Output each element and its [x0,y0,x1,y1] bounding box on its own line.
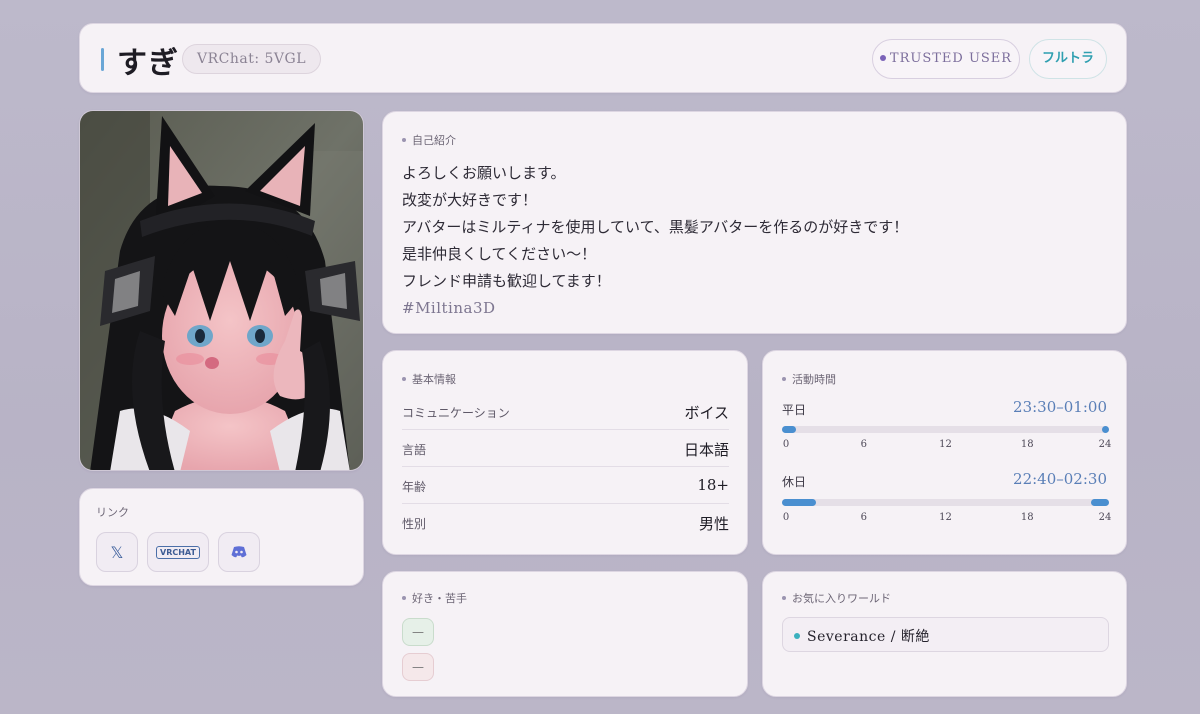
intro-line: 是非仲良くしてください〜！ [402,245,597,263]
links-card: リンク 𝕏 VRCHAT [79,488,364,586]
world-heading-label: お気に入りワールド [792,592,891,605]
holiday-fill-morning [782,499,817,506]
likes-heading-label: 好き・苦手 [412,592,467,605]
info-value: 日本語 [683,441,729,459]
x-icon: 𝕏 [110,542,124,562]
intro-line: アバターはミルティナを使用していて、黒髪アバターを作るのが好きです！ [402,218,909,236]
dislike-chip: — [402,653,434,681]
tick-label: 0 [782,439,790,450]
discord-link-button[interactable] [218,532,260,572]
intro-line: よろしくお願いします。 [402,164,566,182]
intro-hashtag[interactable]: #Miltina3D [402,295,908,322]
like-chip: — [402,618,434,646]
info-value: 18+ [697,476,729,494]
vrchat-id-badge[interactable]: VRChat: 5VGL [182,44,322,74]
holiday-time: 22:40–02:30 [1013,470,1107,488]
tick-label: 18 [1020,439,1034,450]
fulltra-badge: フルトラ [1029,39,1107,79]
info-row-communication: コミュニケーション ボイス [402,393,729,430]
activity-heading: 活動時間 [782,371,836,387]
weekday-time: 23:30–01:00 [1013,398,1107,416]
holiday-timeline [782,499,1109,506]
weekday-fill-morning [782,426,796,433]
info-key: 年齢 [402,480,427,494]
info-row-language: 言語 日本語 [402,430,729,467]
intro-heading-label: 自己紹介 [412,134,456,147]
world-item[interactable]: Severance / 断絶 [782,617,1109,652]
vrchat-icon-text: VRCHAT [160,547,196,557]
info-row-gender: 性別 男性 [402,504,729,541]
favorite-world-card: お気に入りワールド Severance / 断絶 [762,571,1127,697]
profile-name: すぎ [117,46,179,81]
likes-card: 好き・苦手 — — [382,571,748,697]
holiday-label: 休日 [782,475,807,489]
trusted-user-label: TRUSTED USER [889,51,1013,66]
intro-line: 改変が大好きです！ [402,191,538,209]
vrchat-link-button[interactable]: VRCHAT [147,532,209,572]
vrchat-icon: VRCHAT [156,545,200,559]
tick-label: 24 [1098,439,1112,450]
weekday-label: 平日 [782,403,807,417]
intro-text: よろしくお願いします。 改変が大好きです！ アバターはミルティナを使用していて、… [402,160,908,322]
avatar-image [79,110,364,471]
tick-label: 24 [1098,512,1112,523]
basic-info-heading: 基本情報 [402,371,456,387]
name-accent-bar [101,48,104,71]
heading-dot-icon [782,377,786,381]
discord-icon [231,546,247,558]
info-value: ボイス [684,404,729,422]
info-key: コミュニケーション [402,406,510,420]
tick-label: 6 [860,439,867,450]
heading-dot-icon [402,138,406,142]
info-value: 男性 [698,515,729,533]
heading-dot-icon [402,596,406,600]
info-key: 性別 [402,517,427,531]
tick-label: 6 [860,512,867,523]
weekday-timeline [782,426,1109,433]
activity-heading-label: 活動時間 [792,373,836,386]
links-label: リンク [96,506,129,519]
intro-heading: 自己紹介 [402,132,456,148]
heading-dot-icon [782,596,786,600]
world-name: Severance / 断絶 [807,629,930,645]
tick-label: 18 [1020,512,1034,523]
info-key: 言語 [402,443,427,457]
likes-heading: 好き・苦手 [402,590,467,606]
basic-info-heading-label: 基本情報 [412,373,456,386]
basic-info-card: 基本情報 コミュニケーション ボイス 言語 日本語 年齢 18+ 性別 男性 [382,350,748,555]
intro-card: 自己紹介 よろしくお願いします。 改変が大好きです！ アバターはミルティナを使用… [382,111,1127,334]
heading-dot-icon [402,377,406,381]
avatar-illustration [80,111,363,470]
x-link-button[interactable]: 𝕏 [96,532,138,572]
trusted-dot-icon [879,54,886,61]
tick-label: 0 [782,512,790,523]
trusted-user-badge: TRUSTED USER [872,39,1020,79]
world-dot-icon [794,633,800,639]
activity-card: 活動時間 平日 23:30–01:00 0 6 12 18 24 休日 22:40–02… [762,350,1127,555]
world-heading: お気に入りワールド [782,590,891,606]
holiday-fill-night [1090,499,1109,506]
profile-header: すぎ VRChat: 5VGL TRUSTED USER フルトラ [79,23,1127,93]
tick-label: 12 [939,439,952,450]
info-row-age: 年齢 18+ [402,467,729,504]
weekday-fill-night [1102,426,1109,433]
tick-label: 12 [939,512,952,523]
intro-line: フレンド申請も歓迎してます！ [402,272,611,290]
